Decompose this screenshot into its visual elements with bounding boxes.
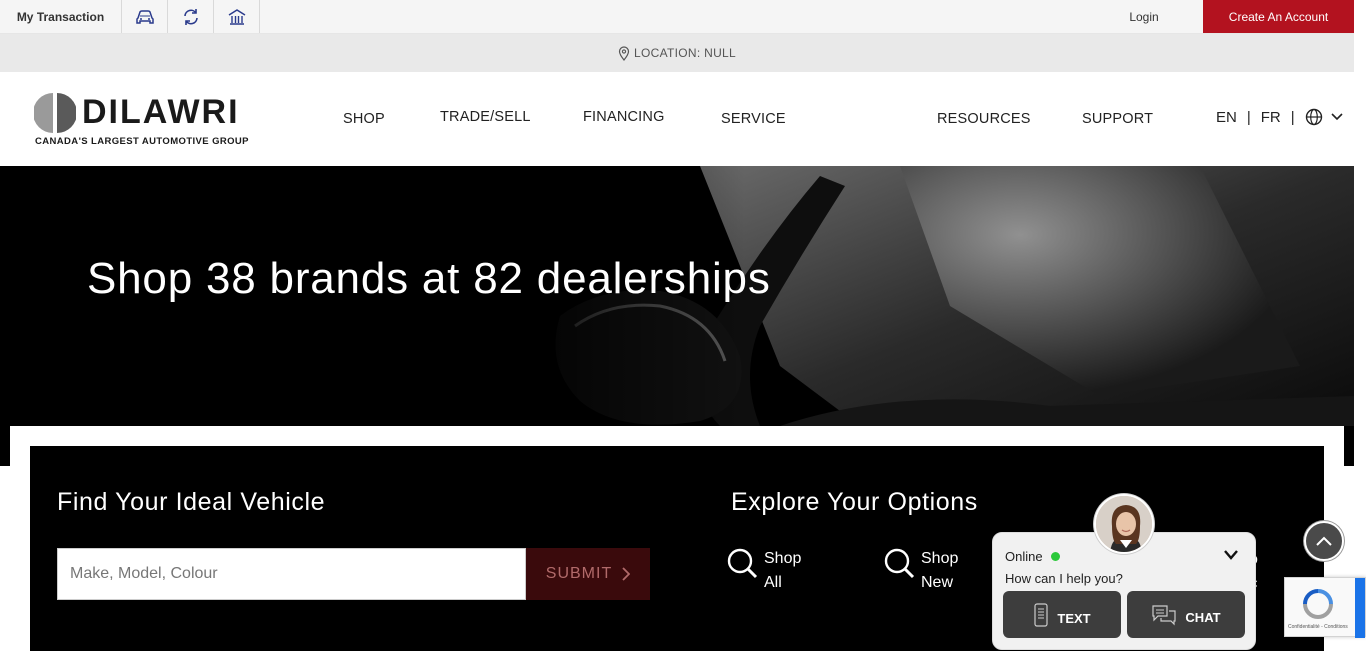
find-vehicle-title: Find Your Ideal Vehicle — [57, 488, 326, 516]
submit-label: SUBMIT — [545, 565, 613, 582]
nav-resources[interactable]: RESOURCES — [937, 111, 1031, 127]
shop-all-line1: Shop — [764, 550, 802, 567]
scroll-to-top-button[interactable] — [1304, 521, 1344, 561]
search-icon — [727, 548, 758, 579]
nav-financing[interactable]: FINANCING — [583, 109, 665, 125]
submit-button[interactable]: SUBMIT — [526, 548, 650, 600]
my-transaction-link[interactable]: My Transaction — [0, 0, 122, 33]
hero-banner: Shop 38 brands at 82 dealerships — [0, 166, 1354, 426]
chevron-down-icon — [1331, 113, 1343, 121]
lang-en[interactable]: EN — [1216, 109, 1237, 126]
recaptcha-footer[interactable]: Confidentialité - Conditions — [1288, 624, 1348, 630]
agent-avatar — [1094, 494, 1154, 554]
chevron-down-icon[interactable] — [1223, 549, 1239, 561]
recaptcha-badge[interactable]: Confidentialité - Conditions — [1284, 577, 1366, 638]
shop-new-line2: New — [921, 574, 954, 591]
logo-wordmark: DILAWRI — [82, 93, 240, 131]
refresh-icon[interactable] — [168, 0, 214, 33]
language-menu[interactable] — [1305, 108, 1343, 126]
chat-status-label: Online — [1005, 549, 1043, 564]
globe-icon — [1305, 108, 1322, 126]
text-button-label: TEXT — [1057, 611, 1091, 626]
nav-service[interactable]: SERVICE — [721, 111, 786, 127]
recaptcha-tab — [1355, 578, 1365, 638]
nav-support[interactable]: SUPPORT — [1082, 111, 1153, 127]
location-bar[interactable]: LOCATION: NULL — [0, 34, 1354, 72]
logo-mark-icon — [34, 93, 76, 133]
logo-tagline: CANADA'S LARGEST AUTOMOTIVE GROUP — [35, 136, 249, 147]
phone-icon — [1034, 602, 1048, 627]
car-icon[interactable] — [122, 0, 168, 33]
chevron-right-icon — [622, 567, 631, 581]
lang-fr[interactable]: FR — [1261, 109, 1281, 126]
main-header: DILAWRI CANADA'S LARGEST AUTOMOTIVE GROU… — [0, 72, 1354, 166]
chat-bubble-icon — [1152, 604, 1177, 625]
nav-trade-sell[interactable]: TRADE/SELL — [440, 109, 531, 125]
nav-shop[interactable]: SHOP — [343, 111, 385, 127]
lang-separator: | — [1290, 108, 1295, 126]
lang-separator: | — [1246, 108, 1251, 126]
page: My Transaction Login Create An Account L… — [0, 0, 1366, 651]
shop-new-line1: Shop — [921, 550, 959, 567]
create-account-button[interactable]: Create An Account — [1203, 0, 1354, 33]
shop-all-option[interactable]: Shop All — [726, 548, 801, 595]
online-status-dot — [1050, 552, 1060, 561]
location-label: LOCATION: NULL — [634, 46, 736, 60]
shop-new-option[interactable]: Shop New — [883, 548, 958, 595]
text-button[interactable]: TEXT — [1003, 591, 1121, 638]
recaptcha-logo-icon — [1303, 589, 1333, 619]
dealership-icon[interactable] — [214, 0, 260, 33]
shop-all-line2: All — [764, 574, 782, 591]
chat-prompt: How can I help you? — [1005, 571, 1123, 586]
chat-button-label: CHAT — [1185, 610, 1221, 625]
hero-headline: Shop 38 brands at 82 dealerships — [87, 254, 771, 303]
chevron-up-icon — [1316, 536, 1332, 546]
vehicle-search-input[interactable] — [57, 548, 526, 600]
explore-options-title: Explore Your Options — [731, 488, 978, 516]
location-pin-icon — [618, 45, 630, 61]
chat-status: Online — [1005, 549, 1060, 564]
language-switcher: EN | FR | — [1216, 108, 1343, 126]
search-icon — [884, 548, 915, 579]
chat-button[interactable]: CHAT — [1127, 591, 1245, 638]
utility-bar: My Transaction Login Create An Account — [0, 0, 1354, 34]
login-link[interactable]: Login — [1099, 0, 1189, 33]
dilawri-logo[interactable]: DILAWRI CANADA'S LARGEST AUTOMOTIVE GROU… — [34, 92, 258, 148]
